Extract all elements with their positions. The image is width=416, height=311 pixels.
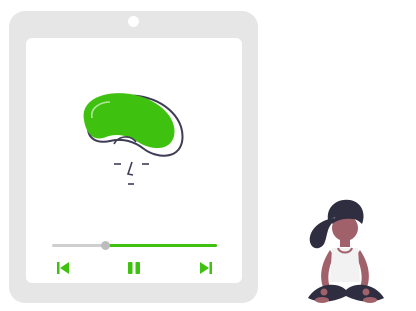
right-hand [362, 288, 370, 296]
left-hand [320, 288, 328, 296]
progress-track[interactable] [52, 241, 217, 250]
next-button[interactable] [196, 258, 216, 278]
skip-next-icon [200, 262, 212, 274]
nose [126, 161, 134, 176]
previous-button[interactable] [53, 258, 73, 278]
meditating-woman-illustration [308, 199, 384, 303]
progress-knob[interactable] [100, 241, 110, 250]
pause-button[interactable] [124, 258, 144, 278]
tablet-device [9, 11, 258, 303]
right-foot [363, 297, 377, 303]
pause-icon [128, 262, 140, 274]
neck [340, 239, 350, 247]
camera-dot [128, 16, 139, 27]
left-foot [315, 297, 329, 303]
skip-previous-icon [57, 262, 69, 274]
progress-fill [104, 244, 217, 247]
ponytail [309, 218, 336, 249]
player-screen [26, 38, 242, 283]
brain-shape [83, 93, 175, 149]
